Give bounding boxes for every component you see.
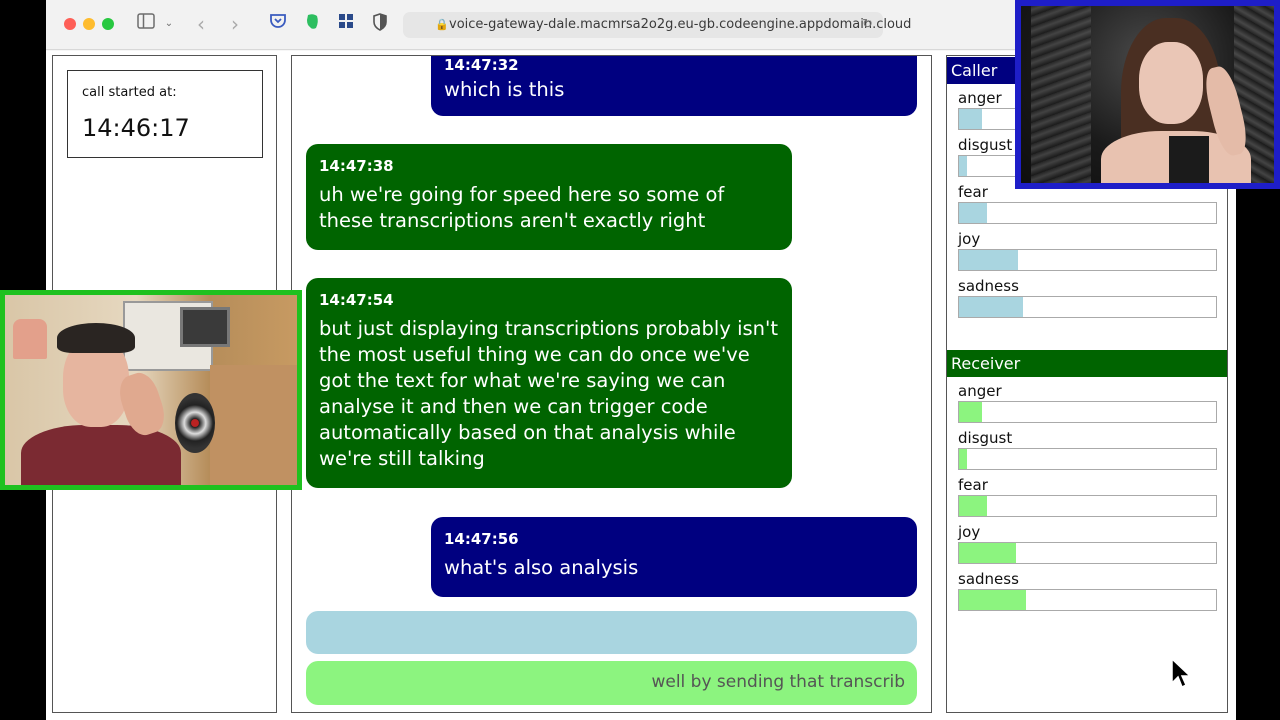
caller-emotion-label: fear <box>958 183 988 201</box>
receiver-emotion-bar <box>958 401 1217 423</box>
presenter-hair <box>57 323 135 353</box>
pocket-icon[interactable] <box>268 13 288 35</box>
chevron-down-icon[interactable]: ⌄ <box>162 13 176 35</box>
caller-emotion-bar <box>958 249 1217 271</box>
transcript-message: 14:47:54 but just displaying transcripti… <box>306 278 792 488</box>
receiver-interim-transcript: well by sending that transcrib <box>306 661 917 705</box>
message-text: but just displaying transcriptions proba… <box>319 317 779 470</box>
caller-emotion-bar-fill <box>959 109 983 129</box>
caller-emotion-label: sadness <box>958 277 1019 295</box>
caller-emotion-bar-fill <box>959 203 988 223</box>
dartboard <box>175 393 215 453</box>
caller-emotion-label: joy <box>958 230 981 248</box>
transcript-message: 14:47:38 uh we're going for speed here s… <box>306 144 792 250</box>
mouse-cursor-icon <box>1171 658 1192 689</box>
message-text: what's also analysis <box>444 556 639 579</box>
caller-face <box>1139 42 1203 124</box>
receiver-emotion-bar-fill <box>959 402 983 422</box>
evernote-icon[interactable] <box>302 13 322 35</box>
presenter-body <box>21 425 181 485</box>
caller-top <box>1169 136 1209 183</box>
message-time: 14:47:56 <box>444 530 519 548</box>
screen: ⌄ ‹ › 🔒 voice-gateway-dale.macmrsa2o2g.e… <box>0 0 1280 720</box>
presenter-webcam <box>0 290 302 490</box>
lamp-shape <box>13 319 47 359</box>
back-icon[interactable]: ‹ <box>192 13 210 35</box>
receiver-emotion-bar <box>958 448 1217 470</box>
minimize-window-button[interactable] <box>83 18 95 30</box>
receiver-emotion-label: joy <box>958 523 981 541</box>
message-text: which is this <box>444 78 565 101</box>
message-time: 14:47:54 <box>319 291 394 309</box>
caller-emotion-bar <box>958 296 1217 318</box>
shield-icon[interactable] <box>370 13 390 35</box>
caller-emotion-label: disgust <box>958 136 1013 154</box>
sidebar-toggle-icon[interactable] <box>136 13 156 35</box>
caller-emotion-bar-fill <box>959 297 1024 317</box>
caller-emotion-bar-fill <box>959 156 967 176</box>
receiver-emotion-bar <box>958 495 1217 517</box>
call-started-label: call started at: <box>82 85 177 100</box>
address-bar[interactable]: 🔒 voice-gateway-dale.macmrsa2o2g.eu-gb.c… <box>403 12 911 38</box>
receiver-emotion-header: Receiver <box>947 350 1227 377</box>
message-time: 14:47:38 <box>319 157 394 175</box>
receiver-emotion-bar <box>958 542 1217 564</box>
receiver-emotion-bar-fill <box>959 590 1026 610</box>
receiver-emotion-label: disgust <box>958 429 1013 447</box>
caller-interim-transcript <box>306 611 917 654</box>
message-time: 14:47:32 <box>444 56 519 74</box>
transcript-message: 14:47:32 which is this <box>431 56 917 116</box>
receiver-emotion-bar-fill <box>959 543 1016 563</box>
close-window-button[interactable] <box>64 18 76 30</box>
message-text: uh we're going for speed here so some of… <box>319 183 725 232</box>
address-url: voice-gateway-dale.macmrsa2o2g.eu-gb.cod… <box>449 17 912 32</box>
receiver-emotion-label: fear <box>958 476 988 494</box>
caller-emotion-bar <box>958 202 1217 224</box>
receiver-emotion-bar-fill <box>959 496 988 516</box>
caller-webcam <box>1015 0 1280 189</box>
forward-icon[interactable]: › <box>226 13 244 35</box>
receiver-emotion-bar <box>958 589 1217 611</box>
receiver-emotion-bar-fill <box>959 449 967 469</box>
wall-frame <box>180 307 230 347</box>
call-started-time: 14:46:17 <box>82 114 190 142</box>
transcript-message: 14:47:56 what's also analysis <box>431 517 917 597</box>
interim-text: well by sending that transcrib <box>651 672 905 692</box>
cork-board <box>210 365 297 485</box>
caller-emotion-bar-fill <box>959 250 1019 270</box>
lock-icon: 🔒 <box>435 18 449 31</box>
call-start-box: call started at: 14:46:17 <box>67 70 263 158</box>
receiver-emotion-label: sadness <box>958 570 1019 588</box>
extension-icon[interactable] <box>336 13 356 35</box>
caller-emotion-label: anger <box>958 89 1002 107</box>
reload-icon[interactable]: ↻ <box>862 12 873 38</box>
tapestry-pattern <box>1031 6 1091 183</box>
zoom-window-button[interactable] <box>102 18 114 30</box>
transcript-panel[interactable]: 14:47:32 which is this 14:47:38 uh we're… <box>291 55 932 713</box>
receiver-emotion-label: anger <box>958 382 1002 400</box>
